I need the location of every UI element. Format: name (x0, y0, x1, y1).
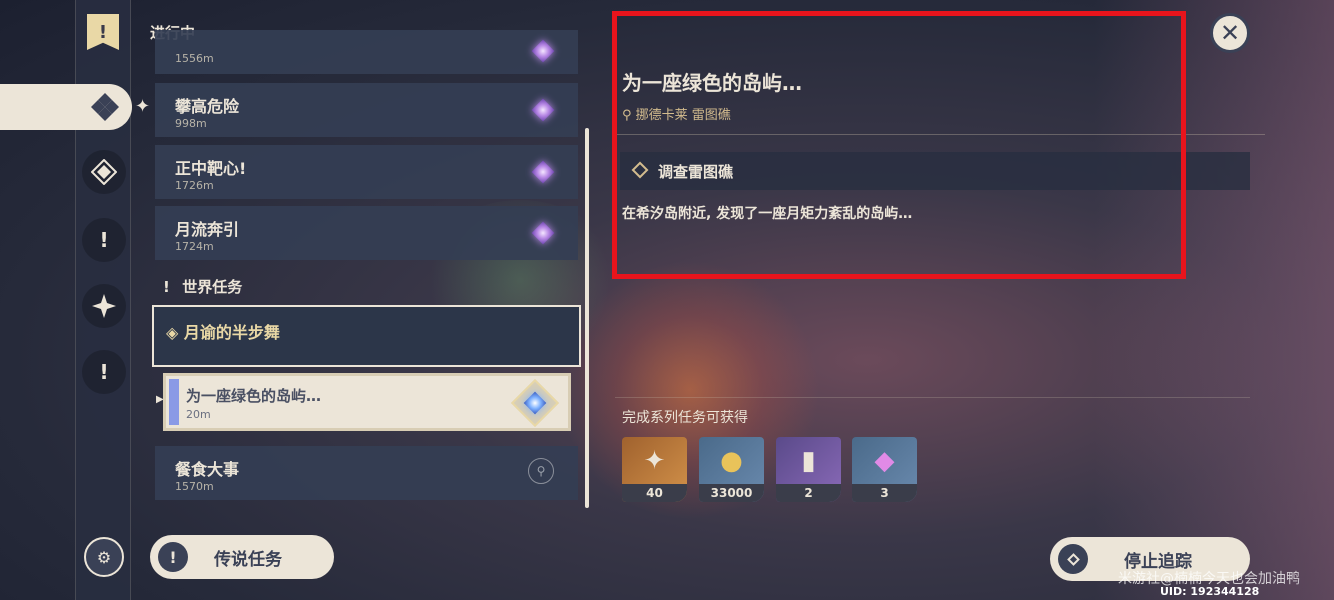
quest-distance: 20m (186, 408, 211, 421)
quest-group-title-text: 月谕的半步舞 (183, 323, 280, 342)
quest-item[interactable]: 1556m (155, 30, 578, 74)
rail-tab-all-quests[interactable] (0, 84, 132, 130)
quest-title: 攀高危险 (175, 97, 240, 116)
quest-diamond-icon (91, 93, 119, 121)
quest-item[interactable]: 攀高危险 998m (155, 83, 578, 137)
quest-title: 为一座绿色的岛屿… (186, 387, 322, 405)
compass-star-icon (92, 294, 116, 318)
quest-item[interactable]: 餐食大事 1570m ⚲ (155, 446, 578, 500)
purple-diamond-icon (528, 36, 558, 66)
reward-crystal[interactable]: ◆ 3 (852, 437, 917, 502)
rail-tab-commission[interactable] (82, 284, 126, 328)
quest-distance: 1570m (175, 480, 214, 493)
rail-tab-story-quests[interactable]: ! (82, 218, 126, 262)
quest-group-title: ◈ 月谕的半步舞 (166, 323, 280, 342)
crystal-icon: ◆ (874, 445, 895, 476)
exclamation-icon: ! (163, 278, 170, 296)
quest-title: 餐食大事 (175, 460, 240, 479)
divider (615, 397, 1250, 398)
reward-count: 33000 (699, 484, 764, 502)
quest-distance: 1724m (175, 240, 214, 253)
exclamation-icon: ! (99, 228, 109, 252)
selection-bar (169, 379, 179, 425)
quest-distance: 1556m (175, 52, 214, 65)
highlight-box (612, 11, 1186, 279)
reward-count: 40 (622, 484, 687, 502)
world-quests-heading: ! 世界任务 (163, 276, 242, 297)
purple-diamond-icon (528, 95, 558, 125)
book-icon: ▮ (801, 445, 816, 476)
rail-tab-archon-quests[interactable] (82, 150, 126, 194)
exclamation-icon: ! (99, 360, 109, 384)
quest-group[interactable]: ◈ 月谕的半步舞 (152, 305, 581, 367)
reward-mora[interactable]: ● 33000 (699, 437, 764, 502)
reward-count: 3 (852, 484, 917, 502)
quest-item[interactable]: 月流奔引 1724m (155, 206, 578, 260)
legend-quests-label: 传说任务 (214, 549, 282, 570)
primogem-icon: ✦ (643, 445, 666, 476)
quest-title: 月流奔引 (175, 220, 240, 239)
quest-distance: 998m (175, 117, 207, 130)
quest-item[interactable]: 正中靶心! 1726m (155, 145, 578, 199)
quest-list-scrollbar[interactable] (585, 128, 589, 508)
legend-quests-button[interactable]: ! 传说任务 (150, 535, 334, 579)
quest-title: 正中靶心! (175, 159, 247, 178)
quest-distance: 1726m (175, 179, 214, 192)
purple-diamond-icon (528, 157, 558, 187)
sparkle-icon: ✦ (135, 96, 151, 117)
close-icon: ✕ (1219, 19, 1241, 47)
uid-label: UID: 192344128 (1160, 585, 1260, 598)
mora-icon: ● (720, 445, 743, 476)
exclamation-icon: ! (158, 542, 188, 572)
blue-diamond-icon (510, 378, 560, 428)
location-pin-icon: ⚲ (528, 458, 558, 488)
reward-count: 2 (776, 484, 841, 502)
reward-heros-wit[interactable]: ▮ 2 (776, 437, 841, 502)
rewards-heading: 完成系列任务可获得 (622, 410, 748, 426)
quest-item-selected[interactable]: 为一座绿色的岛屿… 20m (163, 373, 571, 431)
rail-tab-world-quests[interactable]: ! (82, 350, 126, 394)
track-diamond-icon (1058, 544, 1088, 574)
reward-primogem[interactable]: ✦ 40 (622, 437, 687, 502)
quest-settings-icon[interactable]: ⚙ (84, 537, 124, 577)
purple-diamond-icon (528, 218, 558, 248)
world-quests-label: 世界任务 (182, 278, 243, 296)
archon-quest-icon (91, 159, 117, 185)
close-button[interactable]: ✕ (1210, 13, 1250, 53)
